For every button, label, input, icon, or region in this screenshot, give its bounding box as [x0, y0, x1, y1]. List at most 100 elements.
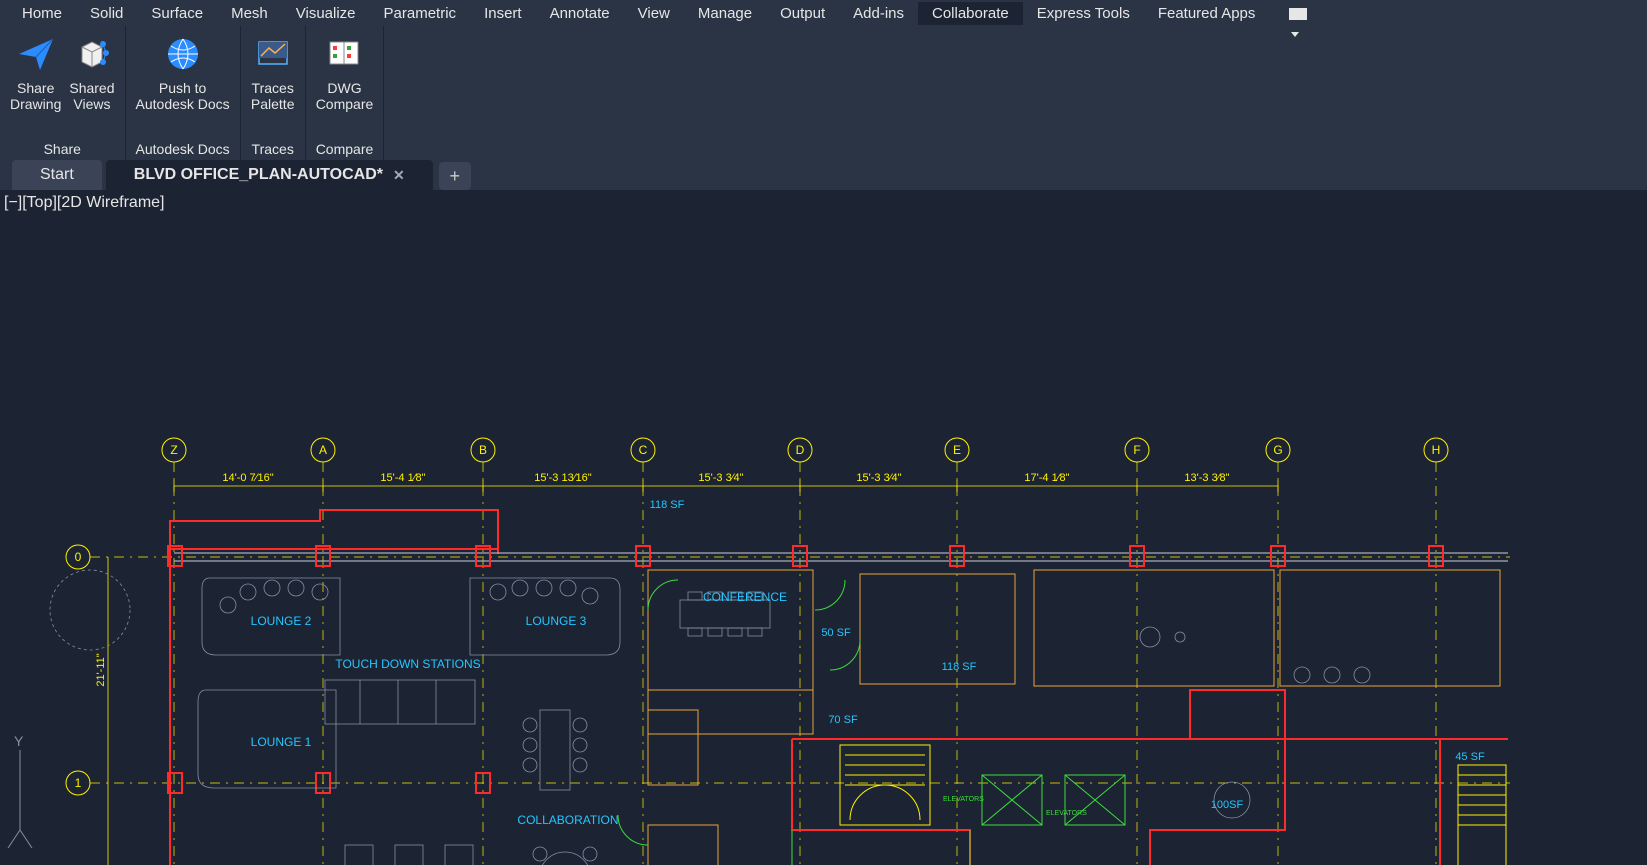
- button-label: Views: [73, 96, 110, 112]
- svg-text:21'-11": 21'-11": [95, 653, 107, 686]
- room-labels: LOUNGE 2 LOUNGE 3 LOUNGE 1 TOUCH DOWN ST…: [247, 499, 1500, 865]
- drawing-canvas[interactable]: Z A B C D E F G H 0 1 14'-0 7⁄16" 15'-4: [0, 190, 1647, 865]
- svg-text:15'-3 3⁄4": 15'-3 3⁄4": [698, 472, 743, 484]
- svg-text:50 SF: 50 SF: [821, 627, 851, 639]
- shared-views-button[interactable]: Shared Views: [65, 30, 118, 138]
- button-label: Shared: [69, 80, 114, 96]
- svg-text:0: 0: [75, 550, 82, 564]
- paper-plane-icon: [14, 32, 58, 76]
- ribbon-panel-share: Share Drawing Shared Views Share: [0, 26, 126, 160]
- drawing-viewport[interactable]: [−][Top][2D Wireframe] Z A B C D E: [0, 190, 1647, 865]
- svg-text:Z: Z: [170, 443, 177, 457]
- menu-visualize[interactable]: Visualize: [282, 2, 370, 25]
- dwg-compare-button[interactable]: DWG Compare: [312, 30, 378, 138]
- menu-bar: Home Solid Surface Mesh Visualize Parame…: [0, 0, 1647, 26]
- svg-text:LOUNGE 1: LOUNGE 1: [251, 735, 312, 749]
- svg-text:ELEVATORS: ELEVATORS: [943, 796, 984, 803]
- svg-text:118 SF: 118 SF: [650, 499, 685, 511]
- svg-text:LOUNGE 2: LOUNGE 2: [251, 614, 312, 628]
- svg-text:17'-4 1⁄8": 17'-4 1⁄8": [1024, 472, 1069, 484]
- menu-parametric[interactable]: Parametric: [370, 2, 471, 25]
- square-icon: [1289, 8, 1307, 20]
- menu-overflow-button[interactable]: [1275, 4, 1303, 22]
- panel-label: Autodesk Docs: [132, 138, 234, 160]
- svg-text:TOUCH DOWN STATIONS: TOUCH DOWN STATIONS: [335, 657, 480, 671]
- menu-surface[interactable]: Surface: [137, 2, 217, 25]
- furniture: [50, 570, 1370, 865]
- ribbon-panel-traces: Traces Palette Traces: [241, 26, 306, 160]
- svg-text:F: F: [1133, 443, 1140, 457]
- tab-file-label: BLVD OFFICE_PLAN-AUTOCAD*: [134, 166, 383, 184]
- panel-label: Share: [6, 138, 119, 160]
- svg-text:100SF: 100SF: [1211, 799, 1244, 811]
- menu-express-tools[interactable]: Express Tools: [1023, 2, 1144, 25]
- menu-home[interactable]: Home: [8, 2, 76, 25]
- svg-text:45 SF: 45 SF: [1455, 751, 1485, 763]
- row-grid-bubbles: 0 1: [66, 545, 90, 795]
- svg-text:C: C: [639, 443, 648, 457]
- button-label: Traces: [252, 80, 294, 96]
- new-tab-button[interactable]: +: [439, 162, 471, 190]
- compare-icon: [322, 32, 366, 76]
- share-drawing-button[interactable]: Share Drawing: [6, 30, 65, 138]
- elevators: [642, 775, 1125, 865]
- svg-text:70 SF: 70 SF: [828, 714, 858, 726]
- button-label: Compare: [316, 96, 374, 112]
- globe-upload-icon: [161, 32, 205, 76]
- menu-annotate[interactable]: Annotate: [536, 2, 624, 25]
- close-icon[interactable]: ✕: [393, 167, 405, 184]
- svg-text:15'-3 3⁄4": 15'-3 3⁄4": [856, 472, 901, 484]
- svg-text:A: A: [319, 443, 327, 457]
- ucs-icon[interactable]: Y: [8, 733, 32, 848]
- svg-text:H: H: [1432, 443, 1441, 457]
- cube-share-icon: [70, 32, 114, 76]
- svg-text:G: G: [1273, 443, 1282, 457]
- menu-solid[interactable]: Solid: [76, 2, 137, 25]
- trace-icon: [251, 32, 295, 76]
- partitions: [648, 570, 1500, 865]
- svg-text:COLLABORATION: COLLABORATION: [517, 813, 618, 827]
- column-grid-bubbles: Z A B C D E F G H: [162, 438, 1448, 462]
- panel-label: Traces: [247, 138, 299, 160]
- svg-text:15'-3 13⁄16": 15'-3 13⁄16": [534, 472, 591, 484]
- tab-start[interactable]: Start: [12, 160, 102, 190]
- svg-text:B: B: [479, 443, 487, 457]
- ribbon-panel-autodesk-docs: Push to Autodesk Docs Autodesk Docs: [126, 26, 241, 160]
- svg-text:CONFERENCE: CONFERENCE: [703, 590, 787, 604]
- svg-text:13'-3 3⁄8": 13'-3 3⁄8": [1184, 472, 1229, 484]
- svg-text:ELEVATORS: ELEVATORS: [1046, 810, 1087, 817]
- dimension-chain-top: 14'-0 7⁄16" 15'-4 1⁄8" 15'-3 13⁄16" 15'-…: [174, 472, 1278, 492]
- panel-label: Compare: [312, 138, 378, 160]
- menu-view[interactable]: View: [624, 2, 684, 25]
- menu-addins[interactable]: Add-ins: [839, 2, 918, 25]
- chevron-down-icon: [1291, 32, 1299, 37]
- document-tab-bar: Start BLVD OFFICE_PLAN-AUTOCAD* ✕ +: [0, 160, 1647, 190]
- svg-text:1: 1: [75, 776, 82, 790]
- menu-mesh[interactable]: Mesh: [217, 2, 282, 25]
- svg-text:D: D: [796, 443, 805, 457]
- push-to-docs-button[interactable]: Push to Autodesk Docs: [132, 30, 234, 138]
- button-label: Drawing: [10, 96, 61, 112]
- ribbon-panel-compare: DWG Compare Compare: [306, 26, 385, 160]
- menu-featured-apps[interactable]: Featured Apps: [1144, 2, 1270, 25]
- svg-text:15'-4 1⁄8": 15'-4 1⁄8": [380, 472, 425, 484]
- button-label: Share: [17, 80, 54, 96]
- svg-text:LOUNGE 3: LOUNGE 3: [526, 614, 587, 628]
- ribbon: Share Drawing Shared Views Share: [0, 26, 1647, 160]
- svg-text:Y: Y: [14, 733, 24, 749]
- menu-collaborate[interactable]: Collaborate: [918, 2, 1023, 25]
- stairs: [840, 745, 1506, 865]
- dimension-chain-left: 21'-11" 20'-10": [95, 557, 108, 865]
- svg-text:14'-0 7⁄16": 14'-0 7⁄16": [222, 472, 273, 484]
- menu-manage[interactable]: Manage: [684, 2, 766, 25]
- door-swings: [618, 580, 860, 845]
- button-label: Autodesk Docs: [136, 96, 230, 112]
- button-label: DWG: [327, 80, 361, 96]
- traces-palette-button[interactable]: Traces Palette: [247, 30, 299, 138]
- svg-text:E: E: [953, 443, 961, 457]
- menu-insert[interactable]: Insert: [470, 2, 536, 25]
- tab-file[interactable]: BLVD OFFICE_PLAN-AUTOCAD* ✕: [106, 160, 433, 190]
- menu-output[interactable]: Output: [766, 2, 839, 25]
- button-label: Push to: [159, 80, 206, 96]
- button-label: Palette: [251, 96, 295, 112]
